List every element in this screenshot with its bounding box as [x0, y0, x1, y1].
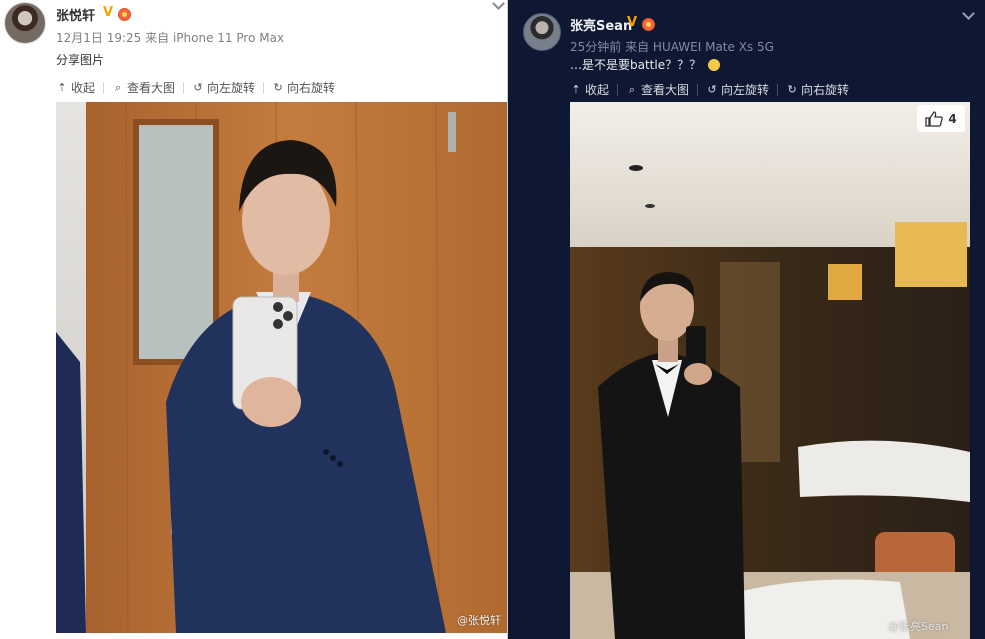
toolbar-divider — [777, 83, 779, 96]
collapse-button[interactable]: ⇡ 收起 — [56, 79, 95, 96]
avatar[interactable] — [523, 13, 561, 51]
post-meta: 12月1日 19:25 来自 iPhone 11 Pro Max — [56, 29, 284, 46]
collapse-button[interactable]: ⇡ 收起 — [570, 81, 609, 98]
rotate-right-label: 向右旋转 — [801, 83, 850, 97]
timestamp[interactable]: 25分钟前 — [570, 40, 621, 54]
view-large-label: 查看大图 — [641, 83, 690, 97]
toolbar-divider — [183, 81, 185, 94]
rotate-left-label: 向左旋转 — [207, 81, 256, 95]
left-weibo-post: 张悦轩 V 12月1日 19:25 来自 iPhone 11 Pro Max 分… — [0, 0, 507, 639]
view-large-label: 查看大图 — [127, 81, 176, 95]
rotate-right-icon: ↻ — [787, 83, 797, 96]
right-weibo-post: 张亮Sean V 25分钟前 来自 HUAWEI Mate Xs 5G …是不是… — [508, 0, 985, 639]
magnifier-icon: ⌕ — [114, 80, 122, 94]
rotate-right-button[interactable]: ↻ 向右旋转 — [272, 79, 335, 96]
collapse-label: 收起 — [585, 83, 610, 97]
verified-badge-icon: V — [627, 15, 638, 30]
collapse-icon: ⇡ — [57, 81, 67, 94]
toolbar-divider — [103, 81, 105, 94]
rotate-left-button[interactable]: ↺ 向左旋转 — [706, 81, 769, 98]
post-text: 分享图片 — [56, 53, 105, 67]
rotate-left-icon: ↺ — [707, 83, 717, 96]
collapse-label: 收起 — [71, 81, 96, 95]
image-watermark: @张亮Sean — [888, 620, 949, 633]
emoji-icon — [707, 59, 720, 71]
rotate-right-button[interactable]: ↻ 向右旋转 — [786, 81, 849, 98]
author-name[interactable]: 张亮Sean — [570, 15, 632, 34]
magnifier-icon: ⌕ — [628, 82, 636, 96]
rotate-right-label: 向右旋转 — [287, 81, 336, 95]
post-image[interactable]: @张悦轩 — [56, 102, 507, 633]
like-button[interactable]: 4 — [917, 105, 965, 132]
rotate-left-icon: ↺ — [193, 81, 203, 94]
post-text: …是不是要battle？？？ — [570, 56, 720, 73]
post-meta: 25分钟前 来自 HUAWEI Mate Xs 5G — [570, 38, 774, 55]
image-toolbar: ⇡ 收起 ⌕ 查看大图 ↺ 向左旋转 ↻ 向右旋转 — [56, 79, 335, 96]
selfie-photo-drawing — [56, 102, 507, 633]
thumbs-up-icon — [925, 110, 944, 127]
avatar[interactable] — [4, 2, 46, 44]
image-watermark: @张悦轩 — [457, 614, 501, 627]
author-name[interactable]: 张悦轩 — [56, 5, 95, 24]
rotate-left-button[interactable]: ↺ 向左旋转 — [192, 79, 255, 96]
level-badge-icon — [642, 18, 655, 31]
selfie-photo-drawing — [570, 102, 970, 639]
toolbar-divider — [263, 81, 265, 94]
timestamp[interactable]: 12月1日 19:25 — [56, 31, 141, 45]
post-text-content: …是不是要battle？？？ — [570, 58, 702, 72]
chevron-down-icon[interactable] — [492, 0, 505, 10]
like-count: 4 — [948, 111, 957, 126]
chevron-down-icon[interactable] — [962, 7, 975, 20]
collapse-icon: ⇡ — [571, 83, 581, 96]
toolbar-divider — [617, 83, 619, 96]
post-source: 来自 HUAWEI Mate Xs 5G — [625, 40, 774, 54]
rotate-right-icon: ↻ — [273, 81, 283, 94]
post-source: 来自 iPhone 11 Pro Max — [145, 31, 285, 45]
view-large-button[interactable]: ⌕ 查看大图 — [112, 79, 175, 96]
rotate-left-label: 向左旋转 — [721, 83, 770, 97]
view-large-button[interactable]: ⌕ 查看大图 — [626, 81, 689, 98]
post-image[interactable]: 4 @张亮Sean — [570, 102, 970, 639]
image-toolbar: ⇡ 收起 ⌕ 查看大图 ↺ 向左旋转 ↻ 向右旋转 — [570, 81, 849, 98]
verified-badge-icon: V — [103, 5, 114, 20]
level-badge-icon — [118, 8, 131, 21]
toolbar-divider — [697, 83, 699, 96]
